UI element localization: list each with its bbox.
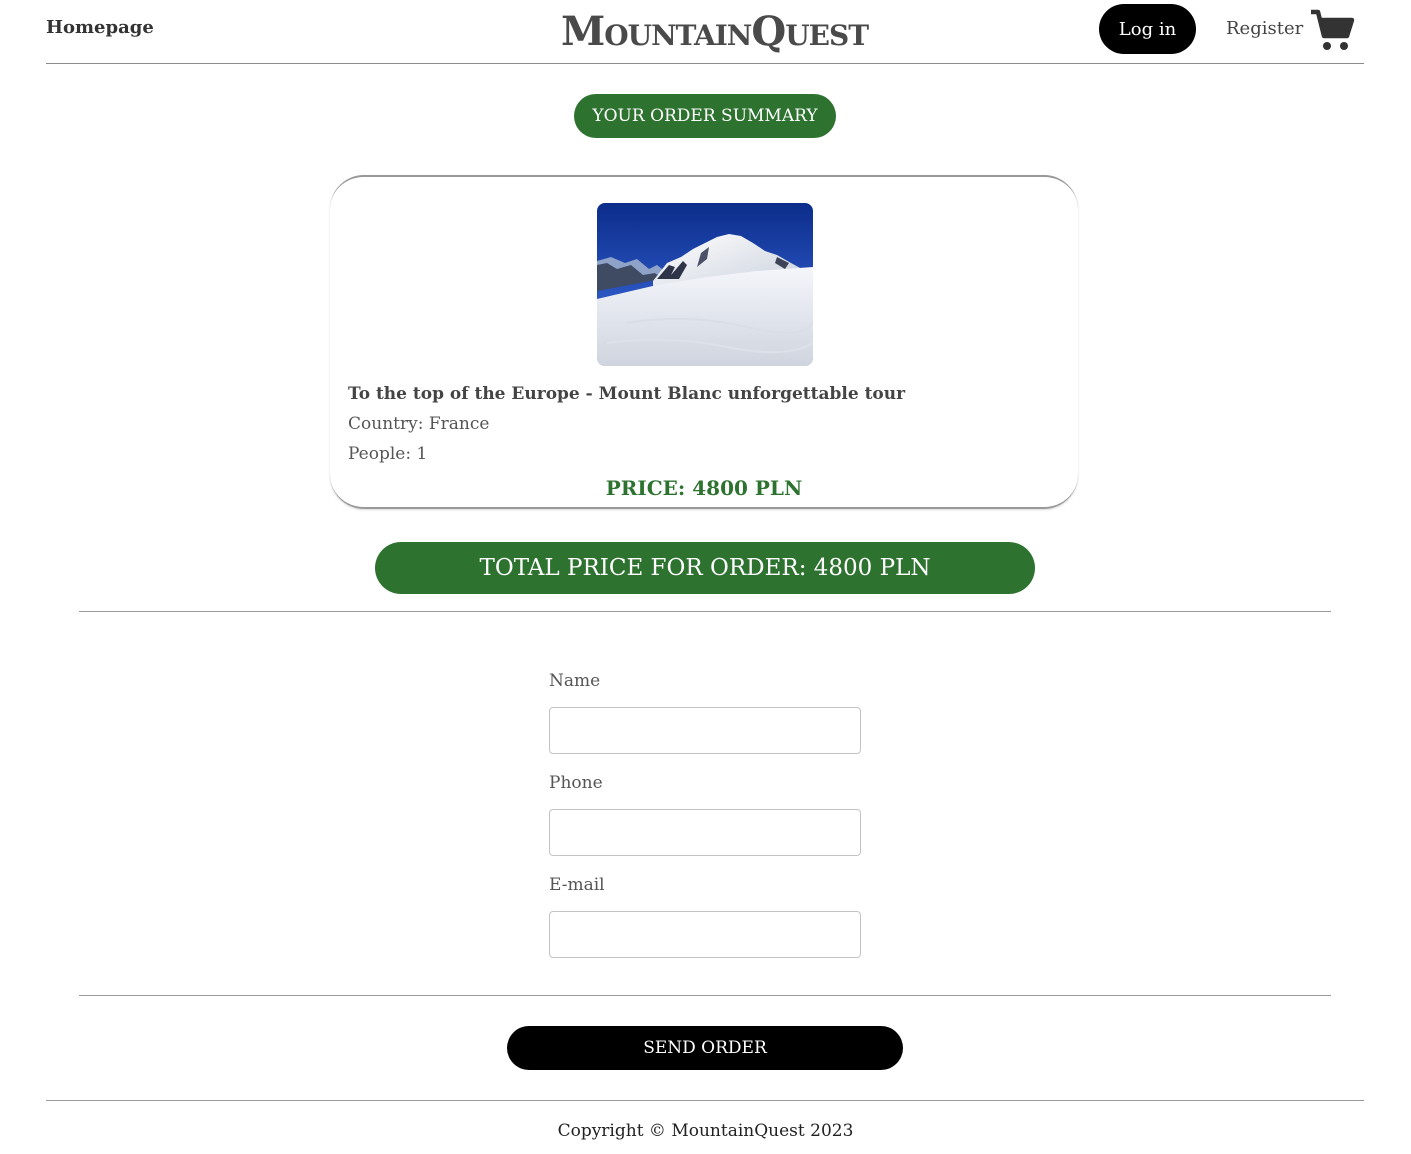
email-label: E-mail [549,875,605,895]
send-order-button[interactable]: SEND ORDER [507,1026,903,1070]
phone-label: Phone [549,773,603,793]
tour-country: Country: France [348,414,490,434]
phone-field[interactable] [549,809,861,856]
tour-title: To the top of the Europe - Mount Blanc u… [348,384,906,404]
login-button[interactable]: Log in [1099,4,1196,54]
name-field[interactable] [549,707,861,754]
footer-divider [46,1100,1364,1101]
order-summary-heading: YOUR ORDER SUMMARY [574,94,836,138]
section-divider [79,611,1331,612]
mountain-snow-photo [597,203,813,366]
email-field[interactable] [549,911,861,958]
order-item-card: To the top of the Europe - Mount Blanc u… [330,175,1078,509]
order-total: TOTAL PRICE FOR ORDER: 4800 PLN [375,542,1035,594]
homepage-link[interactable]: Homepage [46,17,154,38]
tour-people-count: People: 1 [348,444,428,464]
register-link[interactable]: Register [1226,18,1303,39]
copyright-text: Copyright © MountainQuest 2023 [557,1121,854,1141]
site-header: Homepage MountainQuest Log in Register [46,0,1364,64]
tour-price: PRICE: 4800 PLN [605,476,803,500]
site-logo[interactable]: MountainQuest [561,8,869,55]
shopping-cart-icon[interactable] [1309,8,1355,52]
name-label: Name [549,671,601,691]
section-divider [79,995,1331,996]
